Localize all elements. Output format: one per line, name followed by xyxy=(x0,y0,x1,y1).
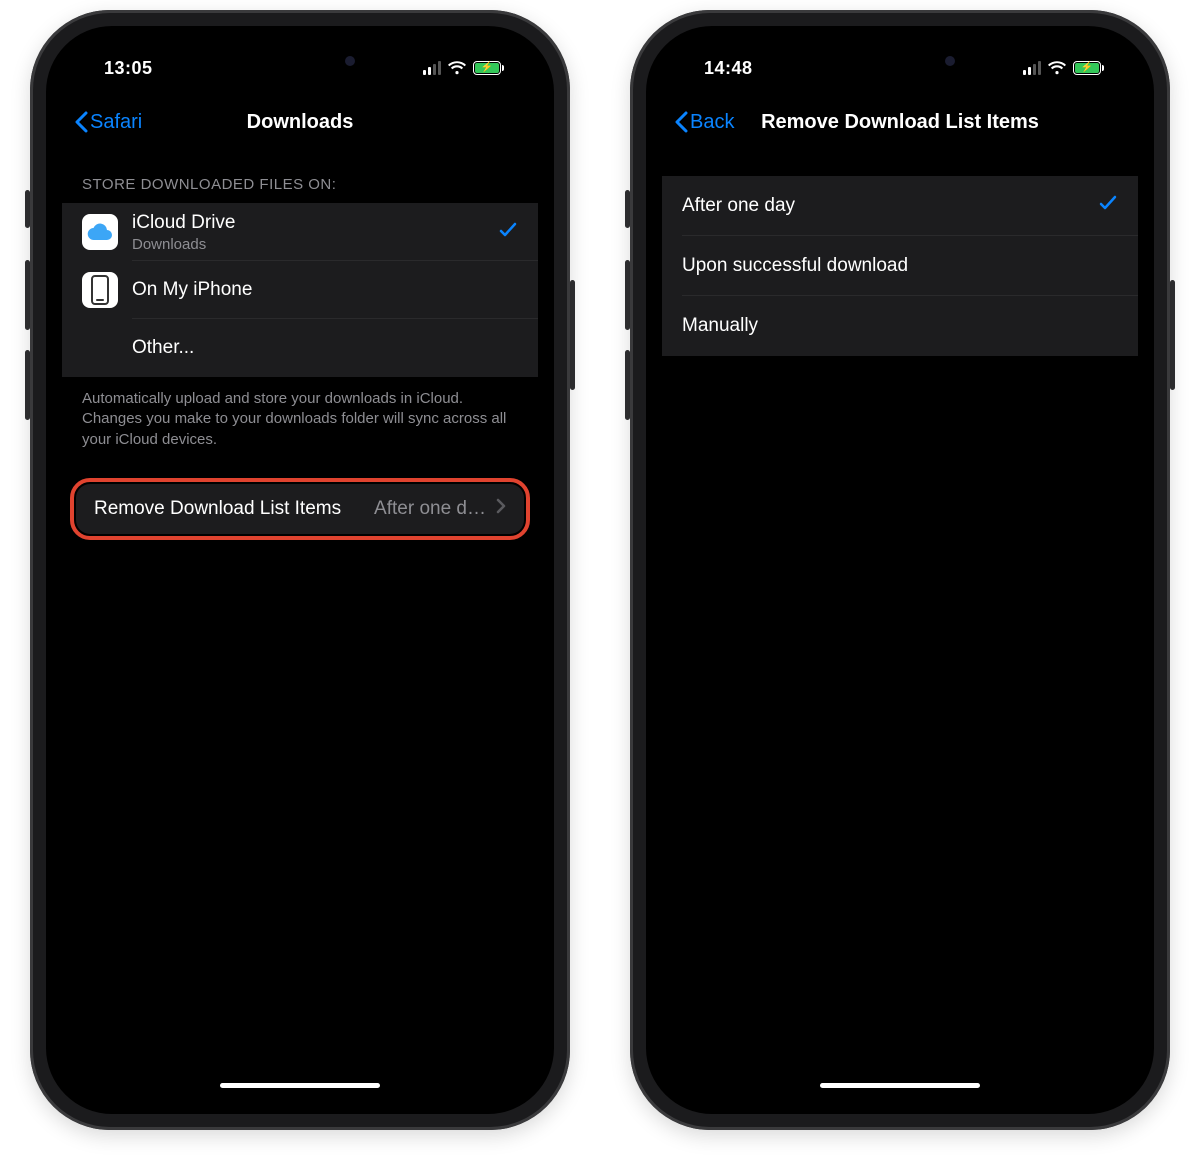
checkmark-icon xyxy=(1098,193,1118,219)
row-title: Other... xyxy=(132,337,518,359)
side-button xyxy=(1170,280,1175,390)
phone-right: 14:48 ⚡ Back xyxy=(630,10,1170,1130)
option-upon-successful-download[interactable]: Upon successful download xyxy=(662,236,1138,296)
iphone-icon xyxy=(82,272,118,308)
status-time: 13:05 xyxy=(104,58,153,79)
remove-download-options-list: After one day Upon successful download M… xyxy=(662,176,1138,356)
navigation-bar: Safari Downloads xyxy=(62,94,538,150)
row-on-my-iphone[interactable]: On My iPhone xyxy=(62,261,538,319)
option-label: Upon successful download xyxy=(682,255,908,277)
back-label: Back xyxy=(690,111,734,134)
highlighted-row-callout: Remove Download List Items After one d… xyxy=(70,478,530,540)
cellular-signal-icon xyxy=(423,61,441,75)
battery-icon: ⚡ xyxy=(1073,61,1104,75)
page-title: Remove Download List Items xyxy=(761,111,1039,134)
row-subtitle: Downloads xyxy=(132,236,484,253)
chevron-left-icon xyxy=(74,111,88,133)
row-value: After one d… xyxy=(351,498,486,520)
back-button[interactable]: Safari xyxy=(74,111,142,134)
row-other[interactable]: Other... xyxy=(62,319,538,377)
row-title: iCloud Drive xyxy=(132,212,484,234)
option-after-one-day[interactable]: After one day xyxy=(662,176,1138,236)
battery-icon: ⚡ xyxy=(473,61,504,75)
status-time: 14:48 xyxy=(704,58,753,79)
chevron-left-icon xyxy=(674,111,688,133)
back-label: Safari xyxy=(90,111,142,134)
row-remove-download-list-items[interactable]: Remove Download List Items After one d… xyxy=(76,484,524,534)
icloud-drive-icon xyxy=(82,214,118,250)
wifi-icon xyxy=(1047,61,1067,75)
wifi-icon xyxy=(447,61,467,75)
option-label: After one day xyxy=(682,195,795,217)
status-bar: 13:05 ⚡ xyxy=(62,42,538,94)
row-icloud-drive[interactable]: iCloud Drive Downloads xyxy=(62,203,538,261)
page-title: Downloads xyxy=(247,111,354,134)
checkmark-icon xyxy=(498,220,518,245)
phone-left: 13:05 ⚡ Safari xyxy=(30,10,570,1130)
home-indicator[interactable] xyxy=(820,1083,980,1088)
option-manually[interactable]: Manually xyxy=(662,296,1138,356)
option-label: Manually xyxy=(682,315,758,337)
row-title: On My iPhone xyxy=(132,279,518,301)
section-footer: Automatically upload and store your down… xyxy=(62,377,538,450)
chevron-right-icon xyxy=(496,498,506,519)
back-button[interactable]: Back xyxy=(674,111,734,134)
home-indicator[interactable] xyxy=(220,1083,380,1088)
section-header: Store downloaded files on: xyxy=(62,150,538,203)
row-label: Remove Download List Items xyxy=(94,498,341,520)
storage-location-list: iCloud Drive Downloads xyxy=(62,203,538,377)
side-button xyxy=(570,280,575,390)
navigation-bar: Back Remove Download List Items xyxy=(662,94,1138,150)
cellular-signal-icon xyxy=(1023,61,1041,75)
status-bar: 14:48 ⚡ xyxy=(662,42,1138,94)
